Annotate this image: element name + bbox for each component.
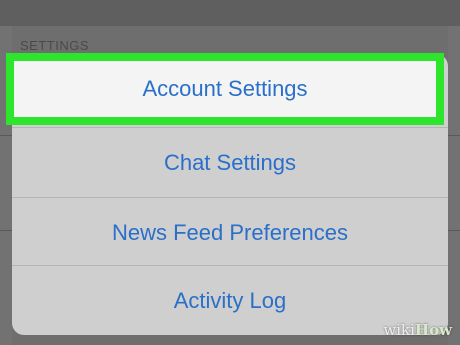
- wikihow-watermark: wikiHow: [383, 321, 452, 339]
- watermark-wiki: wiki: [383, 321, 415, 339]
- background-divider: [448, 135, 460, 136]
- background-right-strip: [448, 26, 460, 345]
- background-divider: [0, 135, 12, 136]
- menu-item-account-settings[interactable]: Account Settings: [6, 53, 444, 125]
- menu-item-chat-settings[interactable]: Chat Settings: [12, 127, 448, 197]
- background-divider: [448, 230, 460, 231]
- background-divider: [0, 230, 12, 231]
- background-top-band: [0, 0, 460, 26]
- watermark-how: How: [414, 321, 452, 339]
- menu-item-news-feed-preferences[interactable]: News Feed Preferences: [12, 197, 448, 267]
- background-section-label: SETTINGS: [20, 38, 90, 53]
